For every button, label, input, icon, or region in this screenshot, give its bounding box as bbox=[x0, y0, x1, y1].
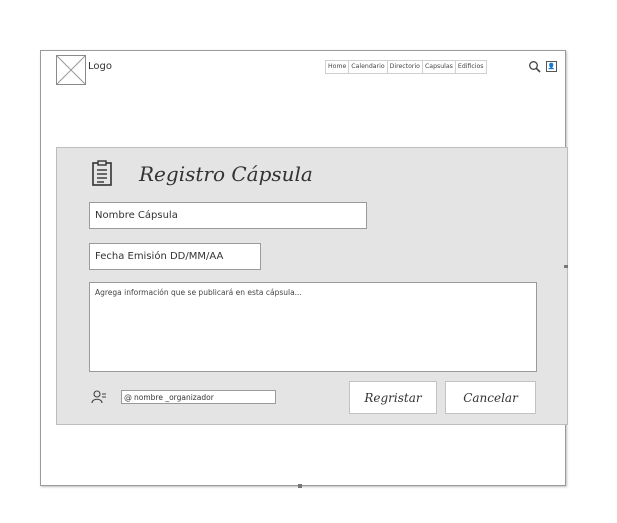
informacion-textarea[interactable]: Agrega información que se publicará en e… bbox=[89, 282, 537, 372]
organizador-value: nombre _organizador bbox=[134, 392, 214, 402]
top-nav: Home Calendario Directorio Capsulas Edif… bbox=[325, 60, 487, 74]
search-icon[interactable] bbox=[528, 59, 542, 73]
nav-edificios[interactable]: Edificios bbox=[456, 61, 486, 73]
fecha-emision-input[interactable]: Fecha Emisión DD/MM/AA bbox=[89, 243, 261, 270]
organizador-input[interactable]: @ nombre _organizador bbox=[121, 390, 276, 404]
page-frame: Logo Home Calendario Directorio Capsulas… bbox=[40, 50, 568, 486]
cancelar-button[interactable]: Cancelar bbox=[445, 381, 536, 414]
nav-directorio[interactable]: Directorio bbox=[388, 61, 423, 73]
nav-home[interactable]: Home bbox=[326, 61, 350, 73]
registrar-button[interactable]: Regristar bbox=[349, 381, 437, 414]
registro-capsula-form: Registro Cápsula Nombre Cápsula Fecha Em… bbox=[56, 147, 568, 425]
nav-capsulas[interactable]: Capsulas bbox=[423, 61, 456, 73]
resize-handle-bottom bbox=[298, 484, 302, 488]
form-title: Registro Cápsula bbox=[139, 162, 313, 186]
nav-calendario[interactable]: Calendario bbox=[349, 61, 388, 73]
add-user-icon bbox=[91, 389, 107, 404]
resize-handle-right bbox=[564, 265, 568, 268]
user-icon[interactable]: 👤 bbox=[546, 61, 557, 72]
logo-placeholder-image bbox=[56, 55, 86, 85]
at-symbol: @ bbox=[124, 392, 132, 402]
logo-label: Logo bbox=[88, 61, 112, 72]
nombre-capsula-input[interactable]: Nombre Cápsula bbox=[89, 202, 367, 229]
clipboard-icon bbox=[91, 160, 113, 186]
